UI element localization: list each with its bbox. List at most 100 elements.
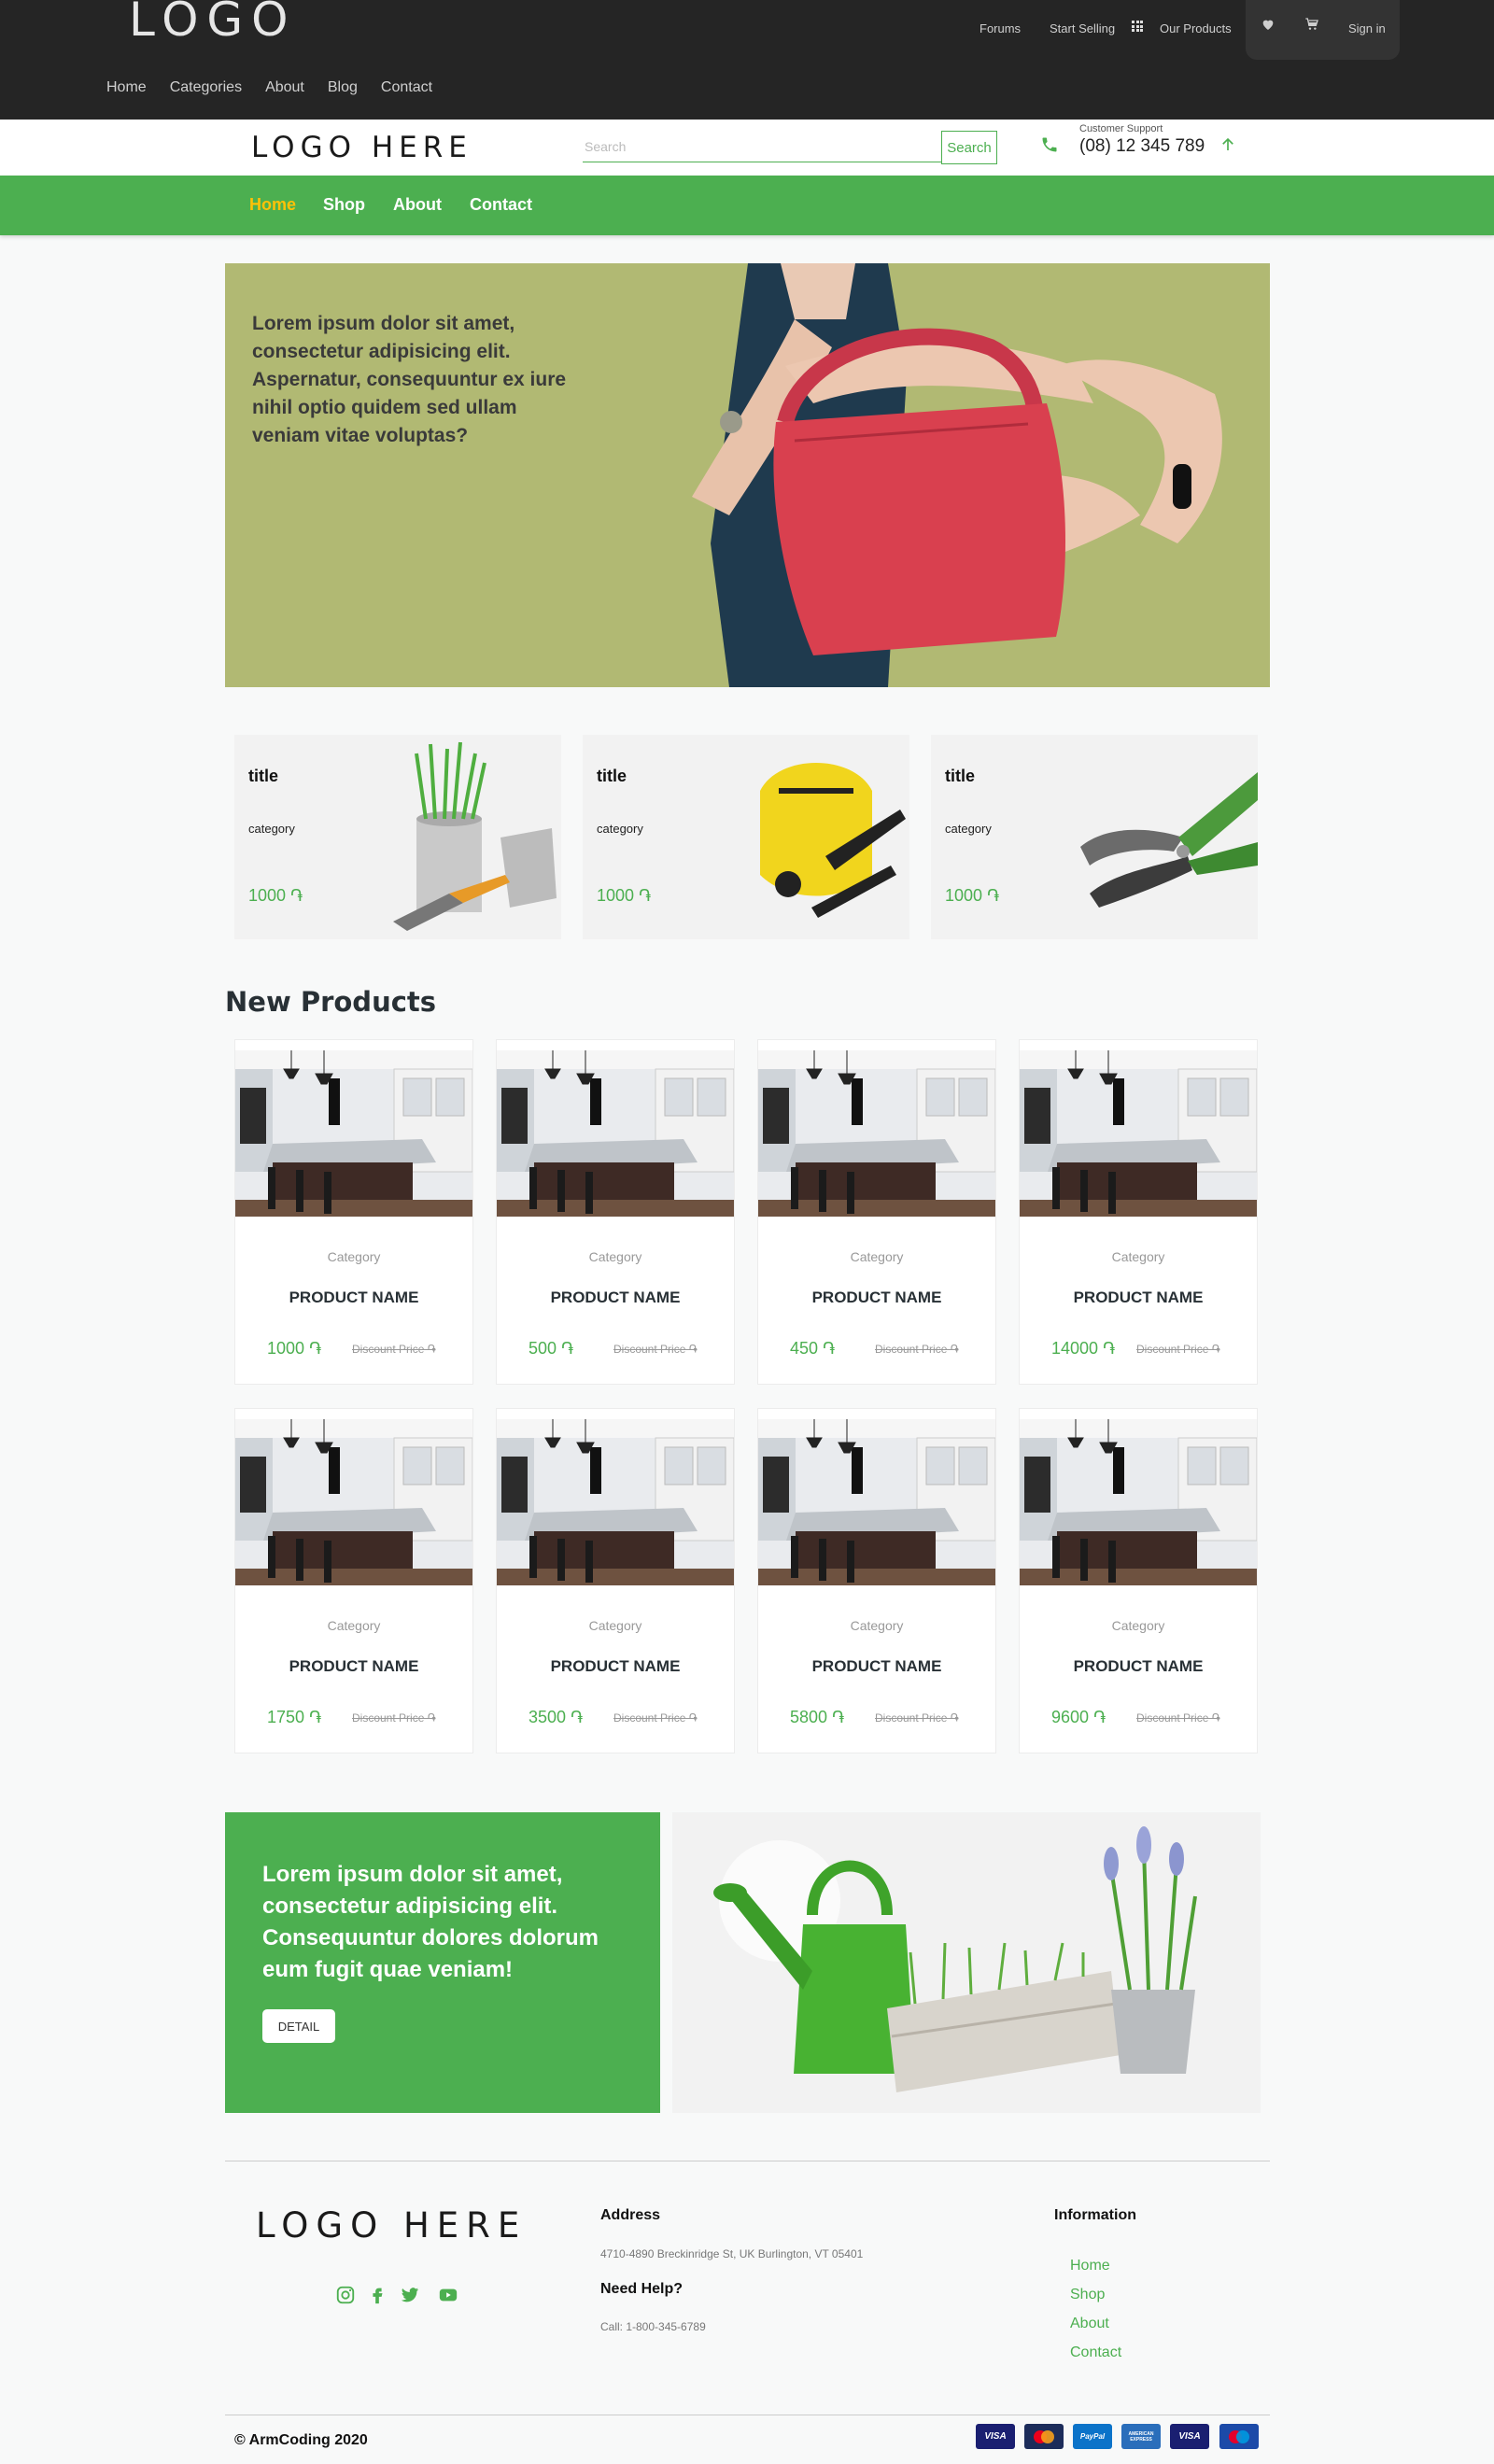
footer-link-about[interactable]: About	[1070, 2316, 1109, 2332]
product-name[interactable]: PRODUCT NAME	[1020, 1288, 1257, 1307]
start-selling-link[interactable]: Start Selling	[1050, 21, 1115, 35]
product-card[interactable]: Category PRODUCT NAME 1750 ֏ Discount Price…	[234, 1408, 473, 1753]
shop-nav-home[interactable]: Home	[249, 195, 296, 215]
hero-text: Lorem ipsum dolor sit amet, consectetur …	[252, 313, 567, 446]
feature-category: category	[597, 822, 643, 836]
footer-link-contact[interactable]: Contact	[1070, 2344, 1121, 2361]
search-input[interactable]	[583, 131, 941, 162]
footer-logo[interactable]: LOGO HERE	[256, 2205, 527, 2246]
detail-button[interactable]: DETAIL	[262, 2009, 335, 2043]
pressure-washer-image	[760, 763, 906, 918]
product-category: Category	[850, 1249, 904, 1264]
main-nav-home[interactable]: Home	[106, 79, 147, 96]
maestro-icon	[1219, 2424, 1259, 2449]
information-title: Information	[1054, 2207, 1136, 2223]
feature-category: category	[248, 822, 295, 836]
footer-link-shop[interactable]: Shop	[1070, 2287, 1105, 2303]
shop-nav-about[interactable]: About	[393, 195, 442, 215]
product-discount-price: Discount Price ֏	[613, 1343, 698, 1356]
facebook-icon[interactable]	[367, 2285, 388, 2305]
top-bar: LOGO Home Categories About Blog Contact …	[0, 0, 1494, 120]
footer-link-home[interactable]: Home	[1070, 2258, 1110, 2274]
shop-nav: Home Shop About Contact	[0, 176, 1494, 235]
feature-price: 1000 ֏	[597, 886, 652, 905]
feature-title: title	[597, 767, 627, 785]
main-nav: Home Categories About Blog Contact	[106, 79, 456, 96]
product-name[interactable]: PRODUCT NAME	[497, 1657, 734, 1676]
main-nav-contact[interactable]: Contact	[381, 79, 432, 96]
product-discount-price: Discount Price ֏	[613, 1711, 698, 1725]
kitchen-product-image	[1020, 1050, 1257, 1217]
product-card[interactable]: Category PRODUCT NAME 1000 ֏ Discount Price…	[234, 1039, 473, 1385]
product-card[interactable]: Category PRODUCT NAME 14000 ֏ Discount Pric…	[1019, 1039, 1258, 1385]
top-logo[interactable]: LOGO	[129, 0, 297, 47]
feature-title: title	[945, 767, 976, 785]
garden-tools-image	[393, 741, 557, 931]
product-discount-price: Discount Price ֏	[875, 1711, 959, 1725]
our-products-link[interactable]: Our Products	[1160, 21, 1232, 35]
arrow-up-icon[interactable]	[1219, 134, 1236, 155]
product-name[interactable]: PRODUCT NAME	[235, 1657, 472, 1676]
youtube-icon[interactable]	[438, 2285, 458, 2305]
feature-card[interactable]: title category 1000 ֏	[583, 735, 909, 939]
feature-card[interactable]: title category 1000 ֏	[234, 735, 561, 939]
search-button[interactable]: Search	[941, 131, 997, 164]
watering-can-plants-image	[672, 1812, 1261, 2113]
product-price: 450 ֏	[790, 1339, 836, 1358]
support-phone[interactable]: (08) 12 345 789	[1079, 136, 1205, 157]
product-category: Category	[850, 1618, 904, 1633]
product-name[interactable]: PRODUCT NAME	[758, 1288, 995, 1307]
feature-title: title	[248, 767, 279, 785]
support-label: Customer Support	[1079, 123, 1163, 134]
visa-icon: VISA	[976, 2424, 1015, 2449]
product-card[interactable]: Category PRODUCT NAME 450 ֏ Discount Price …	[757, 1039, 996, 1385]
new-products-title: New Products	[225, 986, 437, 1018]
twitter-icon[interactable]	[400, 2285, 420, 2305]
header-logo[interactable]: LOGO HERE	[251, 131, 472, 164]
help-title: Need Help?	[600, 2281, 684, 2297]
product-name[interactable]: PRODUCT NAME	[758, 1657, 995, 1676]
product-card[interactable]: Category PRODUCT NAME 9600 ֏ Discount Price…	[1019, 1408, 1258, 1753]
help-phone[interactable]: Call: 1-800-345-6789	[600, 2320, 706, 2333]
product-name[interactable]: PRODUCT NAME	[1020, 1657, 1257, 1676]
address-title: Address	[600, 2207, 661, 2223]
shop-nav-shop[interactable]: Shop	[323, 195, 365, 215]
pruning-shears-image	[1080, 772, 1258, 908]
product-category: Category	[588, 1249, 642, 1264]
apps-grid-icon[interactable]	[1132, 21, 1143, 32]
feature-card[interactable]: title category 1000 ֏	[931, 735, 1258, 939]
phone-icon	[1042, 137, 1057, 152]
sign-in-link[interactable]: Sign in	[1348, 21, 1386, 35]
main-nav-categories[interactable]: Categories	[170, 79, 242, 96]
hero-banner: Lorem ipsum dolor sit amet, consectetur …	[225, 263, 1270, 687]
product-discount-price: Discount Price ֏	[352, 1711, 436, 1725]
product-price: 14000 ֏	[1051, 1339, 1116, 1358]
product-name[interactable]: PRODUCT NAME	[497, 1288, 734, 1307]
product-card[interactable]: Category PRODUCT NAME 3500 ֏ Discount Price…	[496, 1408, 735, 1753]
product-category: Category	[1111, 1249, 1165, 1264]
hero-woman-handbag-image	[692, 263, 1222, 687]
amex-icon: AMERICAN EXPRESS	[1121, 2424, 1161, 2449]
product-category: Category	[327, 1249, 381, 1264]
promo-banner: Lorem ipsum dolor sit amet, consectetur …	[225, 1812, 660, 2113]
kitchen-product-image	[235, 1050, 472, 1217]
heart-icon[interactable]	[1261, 17, 1276, 32]
product-price: 500 ֏	[529, 1339, 574, 1358]
product-category: Category	[327, 1618, 381, 1633]
main-nav-blog[interactable]: Blog	[328, 79, 358, 96]
cart-icon[interactable]	[1304, 17, 1320, 32]
kitchen-product-image	[497, 1419, 734, 1585]
product-discount-price: Discount Price ֏	[875, 1343, 959, 1356]
main-nav-about[interactable]: About	[265, 79, 304, 96]
shop-nav-contact[interactable]: Contact	[470, 195, 532, 215]
kitchen-product-image	[758, 1050, 995, 1217]
instagram-icon[interactable]	[335, 2285, 356, 2305]
product-category: Category	[588, 1618, 642, 1633]
product-discount-price: Discount Price ֏	[1136, 1343, 1220, 1356]
product-name[interactable]: PRODUCT NAME	[235, 1288, 472, 1307]
product-card[interactable]: Category PRODUCT NAME 500 ֏ Discount Price …	[496, 1039, 735, 1385]
product-card[interactable]: Category PRODUCT NAME 5800 ֏ Discount Price…	[757, 1408, 996, 1753]
forums-link[interactable]: Forums	[980, 21, 1021, 35]
feature-price: 1000 ֏	[248, 886, 303, 905]
product-price: 3500 ֏	[529, 1708, 584, 1726]
